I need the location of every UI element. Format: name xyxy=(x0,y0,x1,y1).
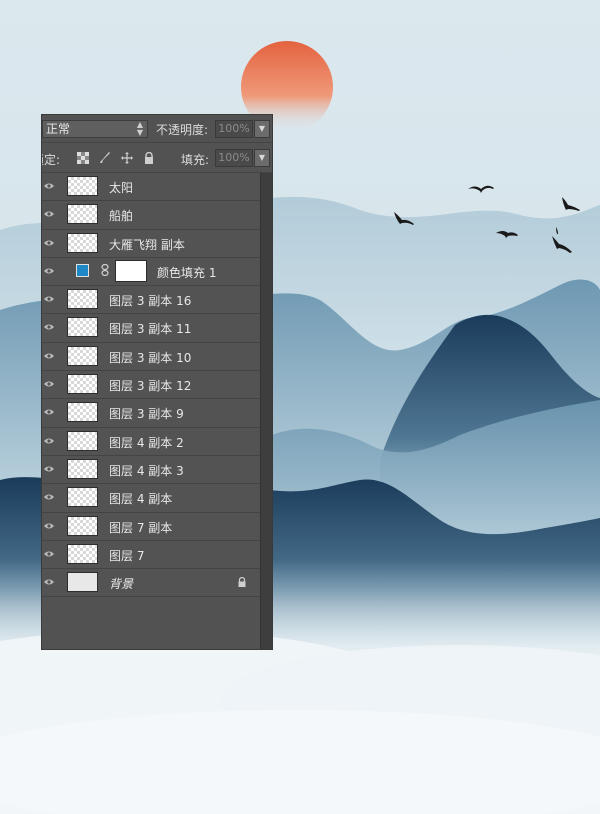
visibility-eye-icon[interactable] xyxy=(44,437,54,445)
visibility-eye-icon[interactable] xyxy=(44,380,54,388)
layer-row[interactable]: 图层 3 副本 11 xyxy=(42,314,261,343)
visibility-eye-icon[interactable] xyxy=(44,493,54,501)
layer-row[interactable]: 图层 7 xyxy=(42,540,261,570)
fill-label: 填充: xyxy=(181,153,210,167)
layer-name: 图层 3 副本 9 xyxy=(109,407,184,422)
layer-name: 图层 3 副本 11 xyxy=(109,322,192,337)
layer-thumbnail xyxy=(67,402,98,423)
layer-thumbnail xyxy=(67,345,98,366)
layer-row[interactable]: 图层 3 副本 12 xyxy=(42,371,261,400)
layer-row[interactable]: 图层 7 副本 xyxy=(42,512,261,541)
layer-row[interactable]: 太阳 xyxy=(42,173,261,202)
layer-thumbnail xyxy=(67,430,98,451)
visibility-eye-icon[interactable] xyxy=(44,239,54,247)
layer-thumbnail xyxy=(67,458,98,479)
blend-mode-value: 正常 xyxy=(46,122,71,136)
layers-panel: 正常 ▲▼ 不透明度: 100% ▼ 锁定: 填充: 100% ▼ 太阳 xyxy=(41,114,273,650)
layer-thumbnail xyxy=(67,543,98,564)
layer-name: 图层 7 副本 xyxy=(109,520,173,535)
layer-row[interactable]: 大雁飞翔 副本 xyxy=(42,229,261,258)
blend-opacity-row: 正常 ▲ ▼ 不透明度: 100% ▼ xyxy=(42,115,272,143)
layer-thumbnail xyxy=(67,204,98,225)
visibility-eye-icon[interactable] xyxy=(44,408,54,416)
padlock-icon xyxy=(238,577,246,588)
visibility-eye-icon[interactable] xyxy=(44,578,54,586)
fill-color-swatch[interactable] xyxy=(76,263,89,277)
layer-row[interactable]: 图层 3 副本 9 xyxy=(42,399,261,428)
layer-name: 图层 3 副本 16 xyxy=(109,294,192,309)
layer-name: 船舶 xyxy=(109,209,134,224)
visibility-eye-icon[interactable] xyxy=(44,522,54,530)
layer-thumbnail xyxy=(67,289,98,310)
opacity-dropdown-button[interactable]: ▼ xyxy=(254,120,270,138)
lock-label: 锁定: xyxy=(42,153,61,167)
visibility-eye-icon[interactable] xyxy=(44,182,54,190)
lock-all-icon[interactable] xyxy=(143,151,155,164)
visibility-eye-icon[interactable] xyxy=(44,210,54,218)
fill-dropdown-button[interactable]: ▼ xyxy=(254,149,270,167)
fill-input[interactable]: 100% xyxy=(215,149,253,167)
layer-name: 图层 3 副本 10 xyxy=(109,350,192,365)
lock-transparency-icon[interactable] xyxy=(77,152,89,164)
layer-name: 太阳 xyxy=(109,181,134,195)
lock-brush-icon[interactable] xyxy=(99,152,111,164)
layer-row-background[interactable]: 背景 xyxy=(42,569,261,598)
lock-position-icon[interactable] xyxy=(121,152,133,164)
visibility-eye-icon[interactable] xyxy=(44,295,54,303)
layer-row[interactable]: 图层 3 副本 16 xyxy=(42,286,261,315)
layer-thumbnail xyxy=(67,232,98,253)
link-chain-icon[interactable] xyxy=(101,263,109,279)
layer-row[interactable]: 图层 3 副本 10 xyxy=(42,342,261,372)
layer-list-scrollbar[interactable] xyxy=(260,173,272,649)
layer-thumbnail xyxy=(67,572,98,593)
select-arrows-icon: ▲ ▼ xyxy=(136,120,143,137)
layer-thumbnail xyxy=(67,487,98,508)
layer-row[interactable]: 图层 4 副本 3 xyxy=(42,455,261,485)
visibility-eye-icon[interactable] xyxy=(44,465,54,473)
layer-list: 太阳 船舶 大雁飞翔 副本 颜色填充 1 图层 3 副本 16 图层 3 副本 … xyxy=(42,173,261,598)
layer-name: 图层 4 副本 2 xyxy=(109,435,184,450)
layer-thumbnail xyxy=(67,515,98,536)
layer-name: 图层 4 副本 3 xyxy=(109,463,184,478)
opacity-label: 不透明度: xyxy=(156,123,209,137)
layer-name: 图层 4 副本 xyxy=(109,492,173,507)
layer-thumbnail xyxy=(67,176,98,196)
layer-row[interactable]: 船舶 xyxy=(42,201,261,230)
layer-row[interactable]: 图层 4 副本 xyxy=(42,484,261,513)
visibility-eye-icon[interactable] xyxy=(44,550,54,558)
visibility-eye-icon[interactable] xyxy=(44,267,54,275)
lock-fill-row: 锁定: 填充: 100% ▼ xyxy=(42,143,272,173)
layer-row[interactable]: 图层 4 副本 2 xyxy=(42,427,261,456)
layer-thumbnail xyxy=(67,317,98,338)
blend-mode-select[interactable]: 正常 ▲ ▼ xyxy=(42,120,148,138)
layer-name: 颜色填充 1 xyxy=(157,265,217,280)
layer-name: 大雁飞翔 副本 xyxy=(109,237,185,252)
visibility-eye-icon[interactable] xyxy=(44,323,54,331)
layer-name: 图层 7 xyxy=(109,548,145,563)
layer-mask-thumbnail[interactable] xyxy=(115,259,147,282)
layer-thumbnail xyxy=(67,374,98,395)
layer-row-color-fill[interactable]: 颜色填充 1 xyxy=(42,257,261,287)
layer-name: 图层 3 副本 12 xyxy=(109,379,192,394)
visibility-eye-icon[interactable] xyxy=(44,352,54,360)
opacity-input[interactable]: 100% xyxy=(215,120,253,138)
layer-name: 背景 xyxy=(109,577,134,592)
